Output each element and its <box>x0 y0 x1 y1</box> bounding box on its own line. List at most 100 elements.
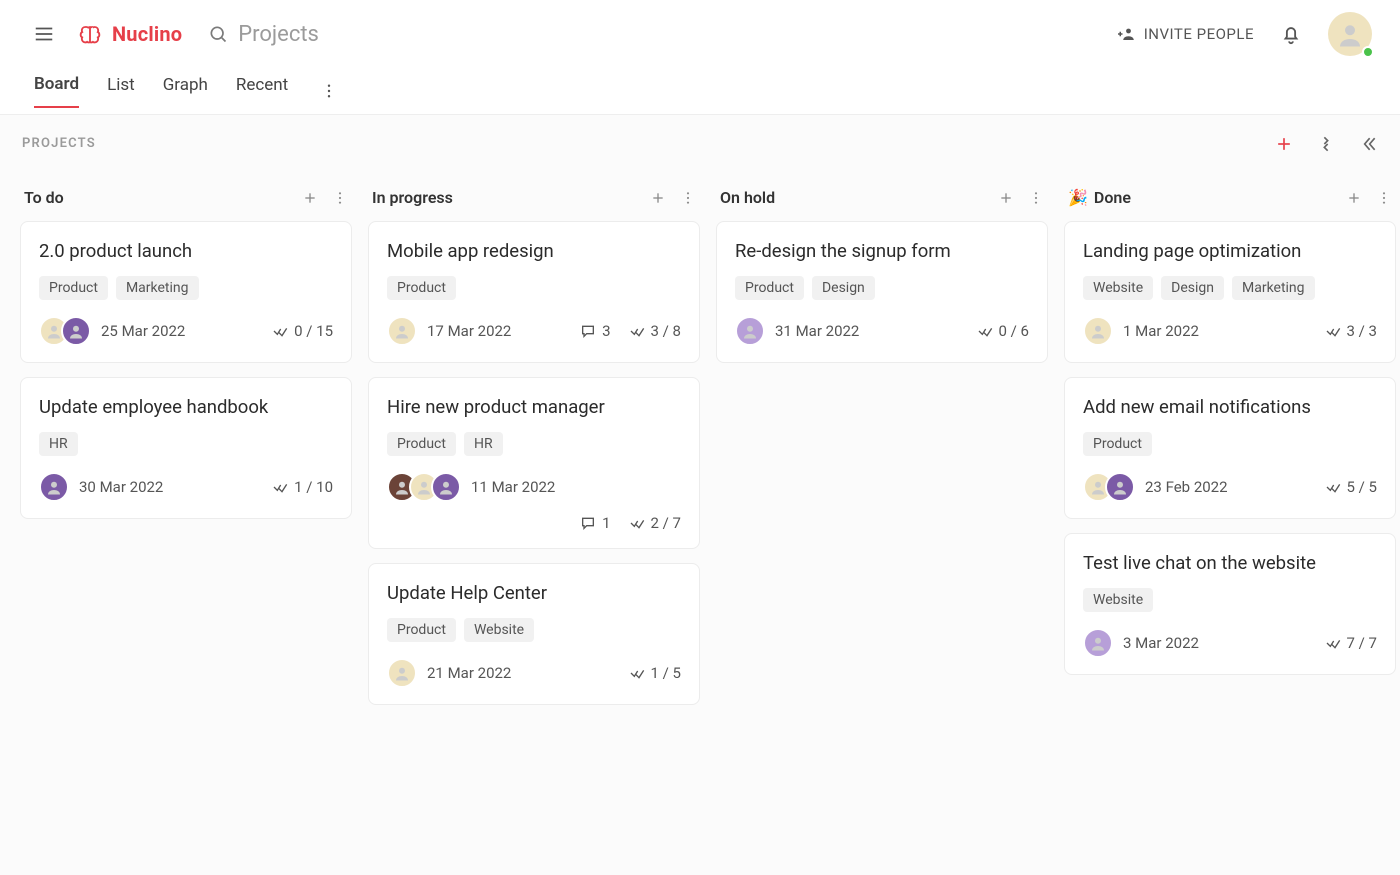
chevrons-left-icon <box>1358 134 1378 154</box>
card-date: 21 Mar 2022 <box>427 664 511 682</box>
view-more-button[interactable] <box>316 78 342 104</box>
card-date: 25 Mar 2022 <box>101 322 185 340</box>
board-card[interactable]: Re-design the signup formProductDesign31… <box>716 221 1048 363</box>
checklist-count: 3 / 8 <box>629 322 682 340</box>
invite-label: INVITE PEOPLE <box>1144 25 1254 43</box>
checklist-count: 0 / 6 <box>977 322 1030 340</box>
tag-row: HR <box>39 432 333 456</box>
avatar <box>1083 316 1113 346</box>
add-column-button[interactable] <box>1274 134 1294 154</box>
tab-list[interactable]: List <box>107 75 135 107</box>
checklist-count: 2 / 7 <box>629 514 682 532</box>
tag: Product <box>1083 432 1152 456</box>
column-header: 🎉Done <box>1064 180 1396 221</box>
bell-icon <box>1280 23 1302 45</box>
collapse-panel-button[interactable] <box>1358 134 1378 154</box>
comment-icon <box>580 515 596 531</box>
card-title: Add new email notifications <box>1083 396 1377 418</box>
tag: HR <box>39 432 78 456</box>
tag: Website <box>1083 588 1153 612</box>
comment-count: 3 <box>580 322 610 340</box>
card-date: 30 Mar 2022 <box>79 478 163 496</box>
compact-view-button[interactable] <box>1316 134 1336 154</box>
board-card[interactable]: 2.0 product launchProductMarketing25 Mar… <box>20 221 352 363</box>
tag: Marketing <box>116 276 199 300</box>
search-placeholder: Projects <box>238 22 319 47</box>
board-column: To do 2.0 product launchProductMarketing2… <box>20 180 352 533</box>
tag: HR <box>464 432 503 456</box>
tag: Product <box>387 432 456 456</box>
board-card[interactable]: Add new email notificationsProduct23 Feb… <box>1064 377 1396 519</box>
assignees <box>387 316 417 346</box>
assignees <box>1083 472 1135 502</box>
board-card[interactable]: Mobile app redesignProduct17 Mar 202233 … <box>368 221 700 363</box>
user-avatar[interactable] <box>1328 12 1372 56</box>
column-header: In progress <box>368 180 700 221</box>
column-title: Done <box>1094 188 1131 207</box>
tag: Product <box>387 276 456 300</box>
board-card[interactable]: Hire new product managerProductHR11 Mar … <box>368 377 700 549</box>
card-title: 2.0 product launch <box>39 240 333 262</box>
menu-button[interactable] <box>26 16 62 52</box>
card-meta-row: 12 / 7 <box>387 514 681 532</box>
tag-row: WebsiteDesignMarketing <box>1083 276 1377 300</box>
tab-recent[interactable]: Recent <box>236 75 288 107</box>
section-title: PROJECTS <box>22 136 96 151</box>
tag-row: Product <box>387 276 681 300</box>
board-card[interactable]: Landing page optimizationWebsiteDesignMa… <box>1064 221 1396 363</box>
avatar <box>1083 628 1113 658</box>
column-menu-button[interactable] <box>1028 190 1044 206</box>
column-title: To do <box>24 188 64 207</box>
comment-icon <box>580 323 596 339</box>
add-card-button[interactable] <box>998 190 1014 206</box>
tag: Marketing <box>1232 276 1315 300</box>
invite-people-button[interactable]: INVITE PEOPLE <box>1118 25 1254 43</box>
avatar <box>61 316 91 346</box>
tag: Design <box>1161 276 1224 300</box>
add-card-button[interactable] <box>650 190 666 206</box>
search-input[interactable]: Projects <box>208 22 319 47</box>
person-icon <box>1335 19 1365 49</box>
tag: Product <box>735 276 804 300</box>
card-title: Update employee handbook <box>39 396 333 418</box>
board-card[interactable]: Test live chat on the website Website 3 Ma… <box>1064 533 1396 675</box>
checklist-count: 3 / 3 <box>1325 322 1378 340</box>
avatar <box>39 472 69 502</box>
board-card[interactable]: Update Help CenterProductWebsite21 Mar 2… <box>368 563 700 705</box>
card-date: 1 Mar 2022 <box>1123 322 1199 340</box>
tag-row: Website <box>1083 588 1377 612</box>
collapse-icon <box>1316 134 1336 154</box>
column-menu-button[interactable] <box>680 190 696 206</box>
presence-dot <box>1362 46 1374 58</box>
tag-row: ProductWebsite <box>387 618 681 642</box>
kanban-board: To do2.0 product launchProductMarketing2… <box>0 172 1400 875</box>
assignees <box>1083 628 1113 658</box>
column-header: On hold <box>716 180 1048 221</box>
add-card-button[interactable] <box>302 190 318 206</box>
search-icon <box>208 24 228 44</box>
brand-logo[interactable]: Nuclino <box>76 20 182 48</box>
column-title: In progress <box>372 188 453 207</box>
column-menu-button[interactable] <box>332 190 348 206</box>
card-meta: 1 / 10 <box>272 478 333 496</box>
plus-icon <box>1274 134 1294 154</box>
tab-graph[interactable]: Graph <box>163 75 208 107</box>
top-bar: Nuclino Projects INVITE PEOPLE <box>0 0 1400 68</box>
avatar <box>1105 472 1135 502</box>
column-title: On hold <box>720 188 775 207</box>
card-title: Re-design the signup form <box>735 240 1029 262</box>
card-title: Mobile app redesign <box>387 240 681 262</box>
tab-board[interactable]: Board <box>34 74 79 108</box>
tag-row: Product <box>1083 432 1377 456</box>
assignees <box>735 316 765 346</box>
section-actions <box>1274 134 1378 154</box>
notifications-button[interactable] <box>1280 23 1302 45</box>
card-date: 3 Mar 2022 <box>1123 634 1199 652</box>
column-menu-button[interactable] <box>1376 190 1392 206</box>
board-column: In progressMobile app redesignProduct17 … <box>368 180 700 719</box>
checklist-icon <box>1325 635 1341 651</box>
card-title: Test live chat on the website <box>1083 552 1377 574</box>
card-meta: 0 / 15 <box>272 322 333 340</box>
add-card-button[interactable] <box>1346 190 1362 206</box>
board-card[interactable]: Update employee handbook HR 30 Mar 2022 1 /… <box>20 377 352 519</box>
